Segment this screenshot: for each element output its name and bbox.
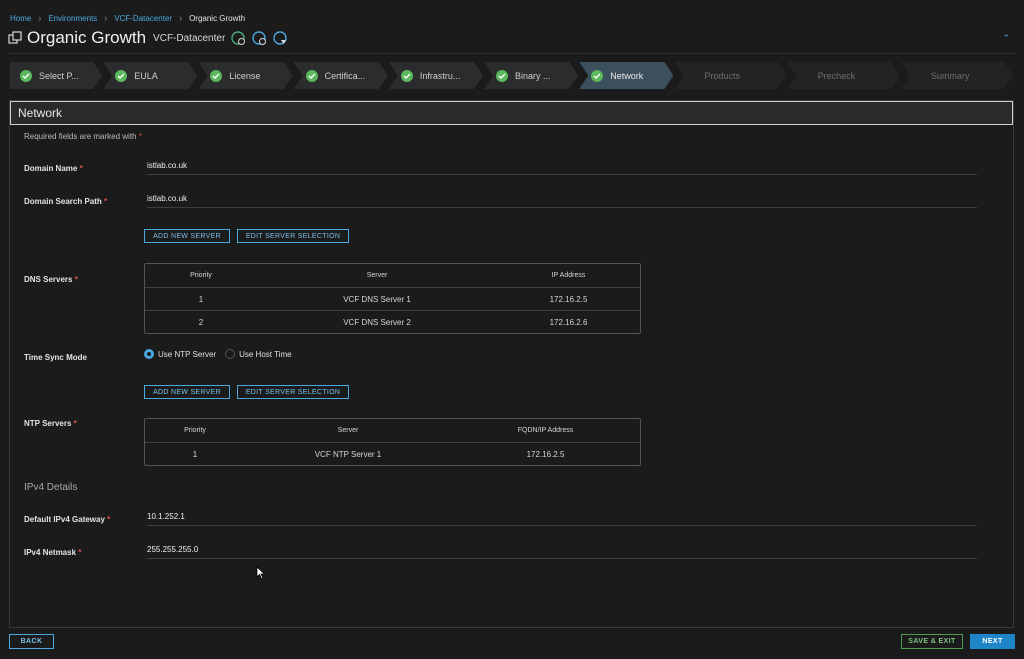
ip-cell: 172.16.2.6 bbox=[549, 317, 588, 327]
panel-title: Network bbox=[10, 101, 1013, 125]
priority-cell: 1 bbox=[198, 294, 204, 304]
table-row[interactable]: 1 VCF DNS Server 1 172.16.2.5 bbox=[145, 287, 640, 310]
domain-search-path-input[interactable]: istlab.co.uk bbox=[147, 194, 977, 208]
column-header-priority[interactable]: Priority bbox=[145, 272, 257, 279]
save-exit-button[interactable]: SAVE & EXIT bbox=[901, 634, 963, 649]
gateway-label: Default IPv4 Gateway * bbox=[24, 515, 111, 524]
chevron-right-icon: › bbox=[104, 13, 108, 23]
ntp-servers-label: NTP Servers * bbox=[24, 419, 77, 428]
netmask-input[interactable]: 255.255.255.0 bbox=[147, 545, 977, 559]
server-cell: VCF DNS Server 2 bbox=[343, 317, 411, 327]
step-select-plan[interactable]: Select P... bbox=[10, 62, 102, 89]
step-label: Summary bbox=[930, 70, 970, 81]
edit-dns-selection-button[interactable]: EDIT SERVER SELECTION bbox=[237, 229, 349, 243]
step-label: Infrastru... bbox=[419, 70, 461, 81]
host-status-icon bbox=[231, 30, 246, 46]
step-label: EULA bbox=[134, 70, 158, 81]
required-note: Required fields are marked with * bbox=[24, 132, 142, 141]
ntp-servers-grid: Priority Server FQDN/IP Address 1 VCF NT… bbox=[144, 418, 641, 466]
radio-ntp-server-label[interactable]: Use NTP Server bbox=[158, 350, 216, 359]
check-icon bbox=[210, 70, 222, 82]
domain-name-label: Domain Name * bbox=[24, 164, 83, 173]
check-icon bbox=[306, 70, 318, 82]
page-title: Organic Growth bbox=[27, 28, 147, 47]
step-precheck: Precheck bbox=[788, 62, 900, 89]
step-infrastructure[interactable]: Infrastru... bbox=[389, 62, 483, 89]
check-icon bbox=[20, 70, 32, 82]
breadcrumb-current: Organic Growth bbox=[189, 13, 246, 23]
fqdn-cell: 172.16.2.5 bbox=[526, 449, 565, 459]
chevron-right-icon: › bbox=[38, 13, 42, 23]
radio-host-time[interactable] bbox=[225, 349, 236, 359]
check-icon bbox=[591, 70, 603, 82]
ipv4-section-title: IPv4 Details bbox=[24, 482, 78, 493]
edit-ntp-selection-button[interactable]: EDIT SERVER SELECTION bbox=[237, 385, 349, 399]
step-label: Select P... bbox=[39, 70, 79, 81]
table-row[interactable]: 2 VCF DNS Server 2 172.16.2.6 bbox=[145, 310, 640, 333]
column-header-server[interactable]: Server bbox=[245, 427, 451, 434]
step-eula[interactable]: EULA bbox=[103, 62, 197, 89]
step-label: Network bbox=[610, 70, 644, 81]
back-button[interactable]: BACK bbox=[9, 634, 54, 649]
radio-host-time-label[interactable]: Use Host Time bbox=[239, 350, 291, 359]
column-header-fqdn[interactable]: FQDN/IP Address bbox=[451, 427, 640, 434]
dns-servers-grid: Priority Server IP Address 1 VCF DNS Ser… bbox=[144, 263, 641, 334]
breadcrumb-datacenter[interactable]: VCF-Datacenter bbox=[114, 14, 172, 23]
header-divider bbox=[8, 53, 1016, 54]
column-header-ip[interactable]: IP Address bbox=[497, 272, 640, 279]
step-label: Precheck bbox=[817, 70, 856, 81]
page-header: Organic Growth VCF-Datacenter bbox=[8, 28, 288, 48]
breadcrumb: Home › Environments › VCF-Datacenter › O… bbox=[10, 13, 245, 23]
check-icon bbox=[401, 70, 413, 82]
step-label: Binary ... bbox=[515, 70, 551, 81]
breadcrumb-environments[interactable]: Environments bbox=[48, 14, 97, 23]
table-row[interactable]: 1 VCF NTP Server 1 172.16.2.5 bbox=[145, 442, 640, 465]
step-products: Products bbox=[674, 62, 786, 89]
step-network[interactable]: Network bbox=[579, 62, 673, 89]
time-sync-radio-group: Use NTP Server Use Host Time bbox=[144, 349, 301, 359]
collapse-up-icon[interactable]: ⌃ bbox=[1002, 33, 1010, 44]
step-license[interactable]: License bbox=[198, 62, 292, 89]
domain-search-path-label: Domain Search Path * bbox=[24, 197, 108, 206]
netmask-label: IPv4 Netmask * bbox=[24, 548, 82, 557]
add-dns-server-button[interactable]: ADD NEW SERVER bbox=[144, 229, 230, 243]
grid-header-row: Priority Server IP Address bbox=[145, 264, 640, 287]
ip-cell: 172.16.2.5 bbox=[549, 294, 588, 304]
server-cell: VCF NTP Server 1 bbox=[314, 449, 382, 459]
column-header-server[interactable]: Server bbox=[257, 272, 497, 279]
step-label: License bbox=[229, 70, 261, 81]
check-icon bbox=[115, 70, 127, 82]
network-status-icon bbox=[273, 30, 288, 46]
wizard-stepper: Select P... EULA License Certifica... In… bbox=[10, 62, 1014, 89]
cluster-status-icon bbox=[252, 30, 267, 46]
server-cell: VCF DNS Server 1 bbox=[343, 294, 411, 304]
dns-servers-label: DNS Servers * bbox=[24, 275, 78, 284]
page-subtitle: VCF-Datacenter bbox=[153, 32, 226, 44]
workflow-icon bbox=[8, 31, 22, 45]
grid-header-row: Priority Server FQDN/IP Address bbox=[145, 419, 640, 442]
domain-name-input[interactable]: istlab.co.uk bbox=[147, 161, 977, 175]
priority-cell: 2 bbox=[198, 317, 204, 327]
mouse-cursor-icon bbox=[256, 566, 266, 580]
next-button[interactable]: NEXT bbox=[970, 634, 1015, 649]
breadcrumb-home[interactable]: Home bbox=[10, 14, 31, 23]
time-sync-label: Time Sync Mode bbox=[24, 353, 87, 362]
step-label: Certifica... bbox=[324, 70, 366, 81]
gateway-input[interactable]: 10.1.252.1 bbox=[147, 512, 977, 526]
check-icon bbox=[496, 70, 508, 82]
step-label: Products bbox=[704, 70, 740, 81]
network-panel: Network Required fields are marked with … bbox=[9, 100, 1014, 628]
chevron-right-icon: › bbox=[179, 13, 183, 23]
column-header-priority[interactable]: Priority bbox=[145, 427, 245, 434]
step-binary[interactable]: Binary ... bbox=[484, 62, 578, 89]
step-summary: Summary bbox=[901, 62, 1013, 89]
add-ntp-server-button[interactable]: ADD NEW SERVER bbox=[144, 385, 230, 399]
priority-cell: 1 bbox=[192, 449, 198, 459]
step-certificates[interactable]: Certifica... bbox=[294, 62, 388, 89]
radio-ntp-server[interactable] bbox=[144, 349, 154, 359]
